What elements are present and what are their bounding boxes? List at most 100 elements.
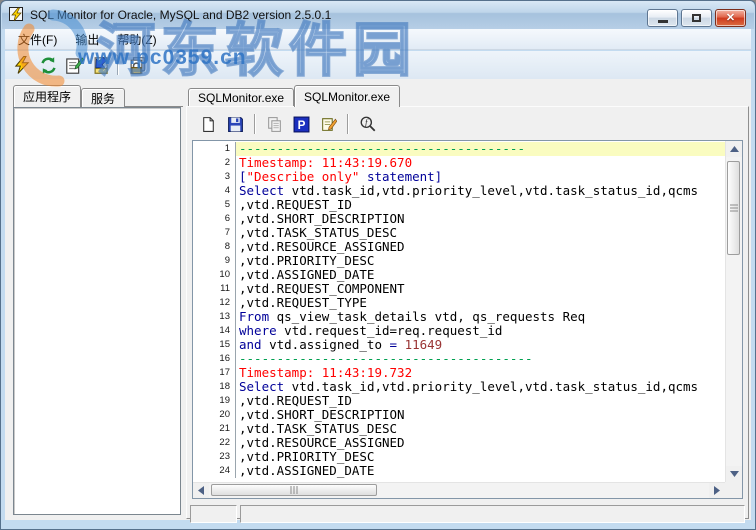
vertical-scroll-thumb[interactable]: [727, 161, 740, 255]
tab-services[interactable]: 服务: [81, 88, 126, 107]
line-code: ["Describe only" statement]: [239, 170, 443, 184]
window-title: SQL Monitor for Oracle, MySQL and DB2 ve…: [30, 8, 332, 22]
status-cell-2: [240, 505, 745, 523]
arrow-left-icon: [198, 486, 204, 495]
log-options-button[interactable]: [61, 53, 87, 77]
line-number: 13: [193, 310, 236, 324]
line-number: 1: [193, 142, 236, 156]
maximize-icon: [692, 14, 701, 22]
session-tab-strip: SQLMonitor.exe SQLMonitor.exe: [188, 85, 401, 107]
client-area: 应用程序 服务 SQLMonitor.exe SQLMonitor.exe P …: [5, 79, 751, 523]
editor-lines[interactable]: 1 -------------------------------------- 2…: [193, 142, 725, 482]
line-code: ,vtd.SHORT_DESCRIPTION: [239, 212, 405, 226]
line-number: 23: [193, 450, 236, 464]
pause-icon: P: [293, 116, 310, 132]
scroll-up-button[interactable]: [726, 141, 742, 157]
line-number: 2: [193, 156, 236, 170]
menu-help[interactable]: 帮助(Z): [108, 29, 165, 50]
tab-session-2[interactable]: SQLMonitor.exe: [294, 85, 401, 107]
arrow-down-icon: [729, 471, 739, 477]
tab-applications[interactable]: 应用程序: [13, 85, 82, 107]
execute-button[interactable]: [9, 53, 35, 77]
line-code: ,vtd.ASSIGNED_DATE: [239, 268, 375, 282]
line-code: ,vtd.RESOURCE_ASSIGNED: [239, 240, 405, 254]
line-code: ,vtd.REQUEST_ID: [239, 394, 352, 408]
save-button[interactable]: [222, 112, 249, 136]
minimize-icon: [657, 20, 668, 23]
tab-session-1[interactable]: SQLMonitor.exe: [188, 88, 295, 107]
line-number: 22: [193, 436, 236, 450]
line-number: 3: [193, 170, 236, 184]
line-code: ,vtd.REQUEST_COMPONENT: [239, 282, 405, 296]
title-bar[interactable]: SQL Monitor for Oracle, MySQL and DB2 ve…: [2, 1, 754, 29]
editor-line: 6 ,vtd.SHORT_DESCRIPTION: [193, 212, 725, 226]
lock-icon: [130, 56, 145, 74]
line-code: ,vtd.SHORT_DESCRIPTION: [239, 408, 405, 422]
maximize-button[interactable]: [681, 9, 712, 27]
menu-file[interactable]: 文件(F): [9, 29, 66, 50]
scroll-down-button[interactable]: [726, 466, 742, 482]
new-file-button[interactable]: [195, 112, 222, 136]
menu-output[interactable]: 输出: [66, 29, 108, 50]
line-number: 7: [193, 226, 236, 240]
line-code: ,vtd.PRIORITY_DESC: [239, 450, 375, 464]
editor-line: 5 ,vtd.REQUEST_ID: [193, 198, 725, 212]
copy-button[interactable]: [261, 112, 288, 136]
editor-line: 11 ,vtd.REQUEST_COMPONENT: [193, 282, 725, 296]
session-page: P f 1 ----------------------------------…: [186, 106, 749, 523]
line-code: and vtd.assigned_to = 11649: [239, 338, 443, 352]
editor-line: 15 and vtd.assigned_to = 11649: [193, 338, 725, 352]
scrollbar-corner: [725, 482, 742, 498]
editor-line: 20 ,vtd.SHORT_DESCRIPTION: [193, 408, 725, 422]
line-code: Select vtd.task_id,vtd.priority_level,vt…: [239, 184, 699, 198]
left-tab-strip: 应用程序 服务: [13, 85, 126, 107]
clear-button[interactable]: [315, 112, 342, 136]
line-number: 5: [193, 198, 236, 212]
line-number: 12: [193, 296, 236, 310]
lock-button[interactable]: [123, 53, 149, 77]
line-number: 8: [193, 240, 236, 254]
refresh-icon: [40, 56, 56, 74]
line-number: 21: [193, 422, 236, 436]
editor-line: 12 ,vtd.REQUEST_TYPE: [193, 296, 725, 310]
line-number: 19: [193, 394, 236, 408]
save-output-button[interactable]: [87, 53, 113, 77]
line-code: Timestamp: 11:43:19.732: [239, 366, 413, 380]
editor-line: 3 ["Describe only" statement]: [193, 170, 725, 184]
execute-icon: [14, 56, 30, 74]
pause-button[interactable]: P: [288, 112, 315, 136]
thumb-grip: [729, 204, 738, 212]
line-code: ,vtd.REQUEST_TYPE: [239, 296, 367, 310]
close-button[interactable]: ✕: [715, 9, 746, 27]
line-number: 17: [193, 366, 236, 380]
editor-line: 8 ,vtd.RESOURCE_ASSIGNED: [193, 240, 725, 254]
editor-line: 24 ,vtd.ASSIGNED_DATE: [193, 464, 725, 478]
line-number: 11: [193, 282, 236, 296]
line-number: 20: [193, 408, 236, 422]
horizontal-scroll-thumb[interactable]: [211, 484, 377, 496]
vertical-scrollbar[interactable]: [725, 141, 742, 482]
line-code: ,vtd.REQUEST_ID: [239, 198, 352, 212]
scroll-left-button[interactable]: [193, 483, 209, 498]
scroll-right-button[interactable]: [709, 483, 725, 498]
line-number: 10: [193, 268, 236, 282]
line-code: ,vtd.PRIORITY_DESC: [239, 254, 375, 268]
clear-icon: [322, 117, 337, 131]
new-file-icon: [203, 116, 214, 132]
editor-toolbar-separator-2: [347, 114, 349, 134]
editor-line: 4 Select vtd.task_id,vtd.priority_level,v…: [193, 184, 725, 198]
close-icon: ✕: [725, 11, 736, 24]
line-code: ,vtd.RESOURCE_ASSIGNED: [239, 436, 405, 450]
editor-line: 14 where vtd.request_id=req.request_id: [193, 324, 725, 338]
editor-line: 19 ,vtd.REQUEST_ID: [193, 394, 725, 408]
find-button[interactable]: f: [354, 112, 381, 136]
editor-line: 13 From qs_view_task_details vtd, qs_requ…: [193, 310, 725, 324]
process-list[interactable]: [13, 107, 181, 515]
refresh-button[interactable]: [35, 53, 61, 77]
horizontal-scrollbar[interactable]: [193, 482, 725, 498]
sql-log-editor: 1 -------------------------------------- 2…: [192, 140, 743, 499]
editor-line: 10 ,vtd.ASSIGNED_DATE: [193, 268, 725, 282]
minimize-button[interactable]: [647, 9, 678, 27]
find-icon: f: [360, 116, 375, 132]
line-code: Timestamp: 11:43:19.670: [239, 156, 413, 170]
